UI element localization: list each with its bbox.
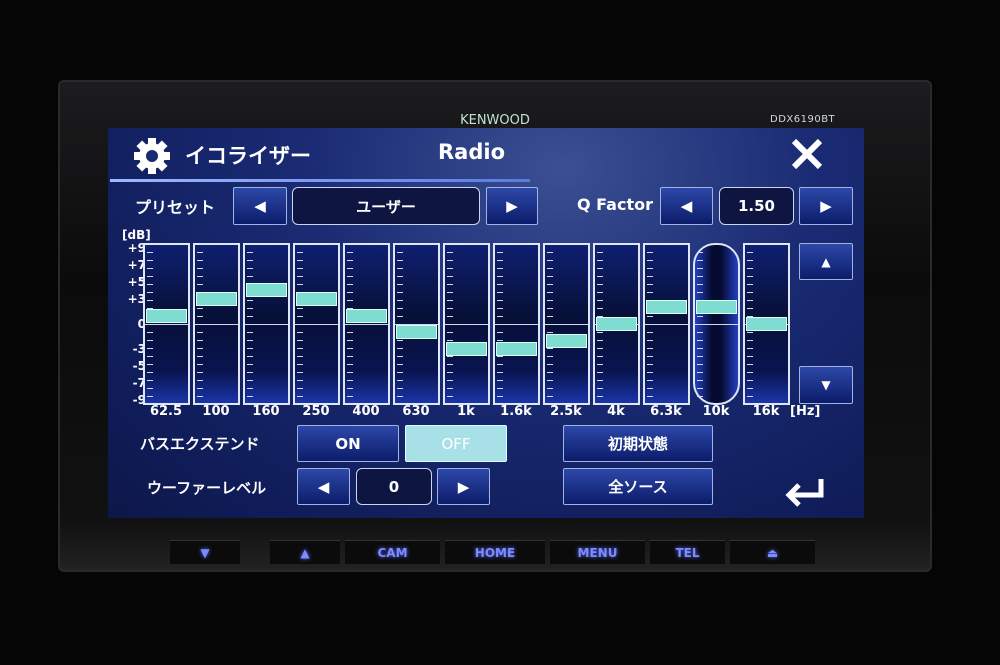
zero-line (195, 324, 238, 325)
woofer-next-button[interactable]: ▶ (437, 468, 490, 505)
eq-band-knob[interactable] (446, 342, 487, 357)
zero-line (495, 324, 538, 325)
band-frequency-label: 4k (607, 404, 625, 419)
eq-band-knob[interactable] (296, 291, 337, 306)
gear-icon (132, 136, 172, 176)
preset-label: プリセット (135, 198, 216, 217)
band-frequency-label: 160 (252, 404, 280, 419)
band-frequency-label: 62.5 (149, 404, 183, 419)
q-factor-next-button[interactable]: ▶ (799, 187, 853, 225)
q-factor-label: Q Factor (577, 195, 653, 214)
eq-band-knob[interactable] (696, 300, 737, 315)
band-frequency-label: 16k (752, 404, 780, 419)
db-unit-label: [dB] (122, 228, 151, 242)
eq-band-slider[interactable] (693, 243, 740, 405)
eq-band-knob[interactable] (546, 333, 587, 348)
volume-up-button[interactable]: ▲ (270, 540, 340, 564)
eq-band-slider[interactable] (743, 243, 790, 405)
eq-band-slider[interactable] (293, 243, 340, 405)
zero-line (245, 324, 288, 325)
eq-band-knob[interactable] (196, 291, 237, 306)
eq-band-slider[interactable] (143, 243, 190, 405)
eq-band-slider[interactable] (643, 243, 690, 405)
zero-line (345, 324, 388, 325)
q-factor-prev-button[interactable]: ◀ (660, 187, 713, 225)
eq-band-slider[interactable] (443, 243, 490, 405)
eq-band-knob[interactable] (146, 308, 187, 323)
bass-extend-label: バスエクステンド (140, 435, 260, 453)
woofer-level-label: ウーファーレベル (147, 479, 267, 497)
brand-logo: KENWOOD (460, 113, 530, 128)
eq-band-slider[interactable] (493, 243, 540, 405)
eq-band-knob[interactable] (746, 317, 787, 331)
band-frequency-label: 1.6k (500, 404, 532, 419)
band-frequency-label: 400 (352, 404, 380, 419)
bass-extend-on-button[interactable]: ON (297, 425, 399, 462)
eq-band-knob[interactable] (346, 308, 387, 323)
zero-line (145, 324, 188, 325)
band-frequency-label: 2.5k (550, 404, 582, 419)
zero-line (445, 324, 488, 325)
eq-band-slider[interactable] (593, 243, 640, 405)
band-frequency-label: 630 (402, 404, 430, 419)
home-button[interactable]: HOME (445, 540, 545, 564)
preset-prev-button[interactable]: ◀ (233, 187, 287, 225)
eq-band-knob[interactable] (396, 325, 437, 340)
all-sources-button[interactable]: 全ソース (563, 468, 713, 505)
eq-band-slider[interactable] (243, 243, 290, 405)
volume-down-button[interactable]: ▼ (170, 540, 240, 564)
band-frequency-label: 100 (202, 404, 230, 419)
equalizer-screen: イコライザー Radio プリセット ◀ ユーザー ▶ Q Factor ◀ 1… (108, 128, 864, 518)
zero-line (695, 324, 738, 325)
band-frequency-label: 6.3k (650, 404, 682, 419)
eq-band-knob[interactable] (496, 342, 537, 357)
woofer-level-value: 0 (356, 468, 432, 505)
gain-up-button[interactable]: ▲ (799, 243, 853, 280)
cam-button[interactable]: CAM (345, 540, 440, 564)
zero-line (295, 324, 338, 325)
eq-band-slider[interactable] (543, 243, 590, 405)
preset-next-button[interactable]: ▶ (486, 187, 538, 225)
band-frequency-label: 250 (302, 404, 330, 419)
eq-band-slider[interactable] (343, 243, 390, 405)
eq-band-knob[interactable] (596, 317, 637, 331)
eject-button[interactable]: ⏏ (730, 540, 815, 564)
close-icon[interactable] (790, 138, 824, 170)
eq-band-slider[interactable] (193, 243, 240, 405)
preset-value[interactable]: ユーザー (292, 187, 480, 225)
bass-extend-off-button[interactable]: OFF (405, 425, 507, 462)
band-frequency-label: 10k (702, 404, 730, 419)
zero-line (645, 324, 688, 325)
menu-button[interactable]: MENU (550, 540, 645, 564)
back-arrow-icon[interactable] (783, 475, 825, 507)
gain-down-button[interactable]: ▼ (799, 366, 853, 404)
eq-band-knob[interactable] (246, 283, 287, 298)
tel-button[interactable]: TEL (650, 540, 725, 564)
hz-unit-label: [Hz] (790, 404, 821, 419)
zero-line (545, 324, 588, 325)
page-title: イコライザー (185, 144, 311, 168)
source-label: Radio (438, 140, 505, 164)
eq-band-slider[interactable] (393, 243, 440, 405)
model-label: DDX6190BT (770, 114, 836, 125)
eq-band-knob[interactable] (646, 300, 687, 315)
band-frequency-label: 1k (457, 404, 475, 419)
woofer-prev-button[interactable]: ◀ (297, 468, 350, 505)
q-factor-value: 1.50 (719, 187, 794, 225)
reset-button[interactable]: 初期状態 (563, 425, 713, 462)
header-divider (110, 179, 530, 182)
